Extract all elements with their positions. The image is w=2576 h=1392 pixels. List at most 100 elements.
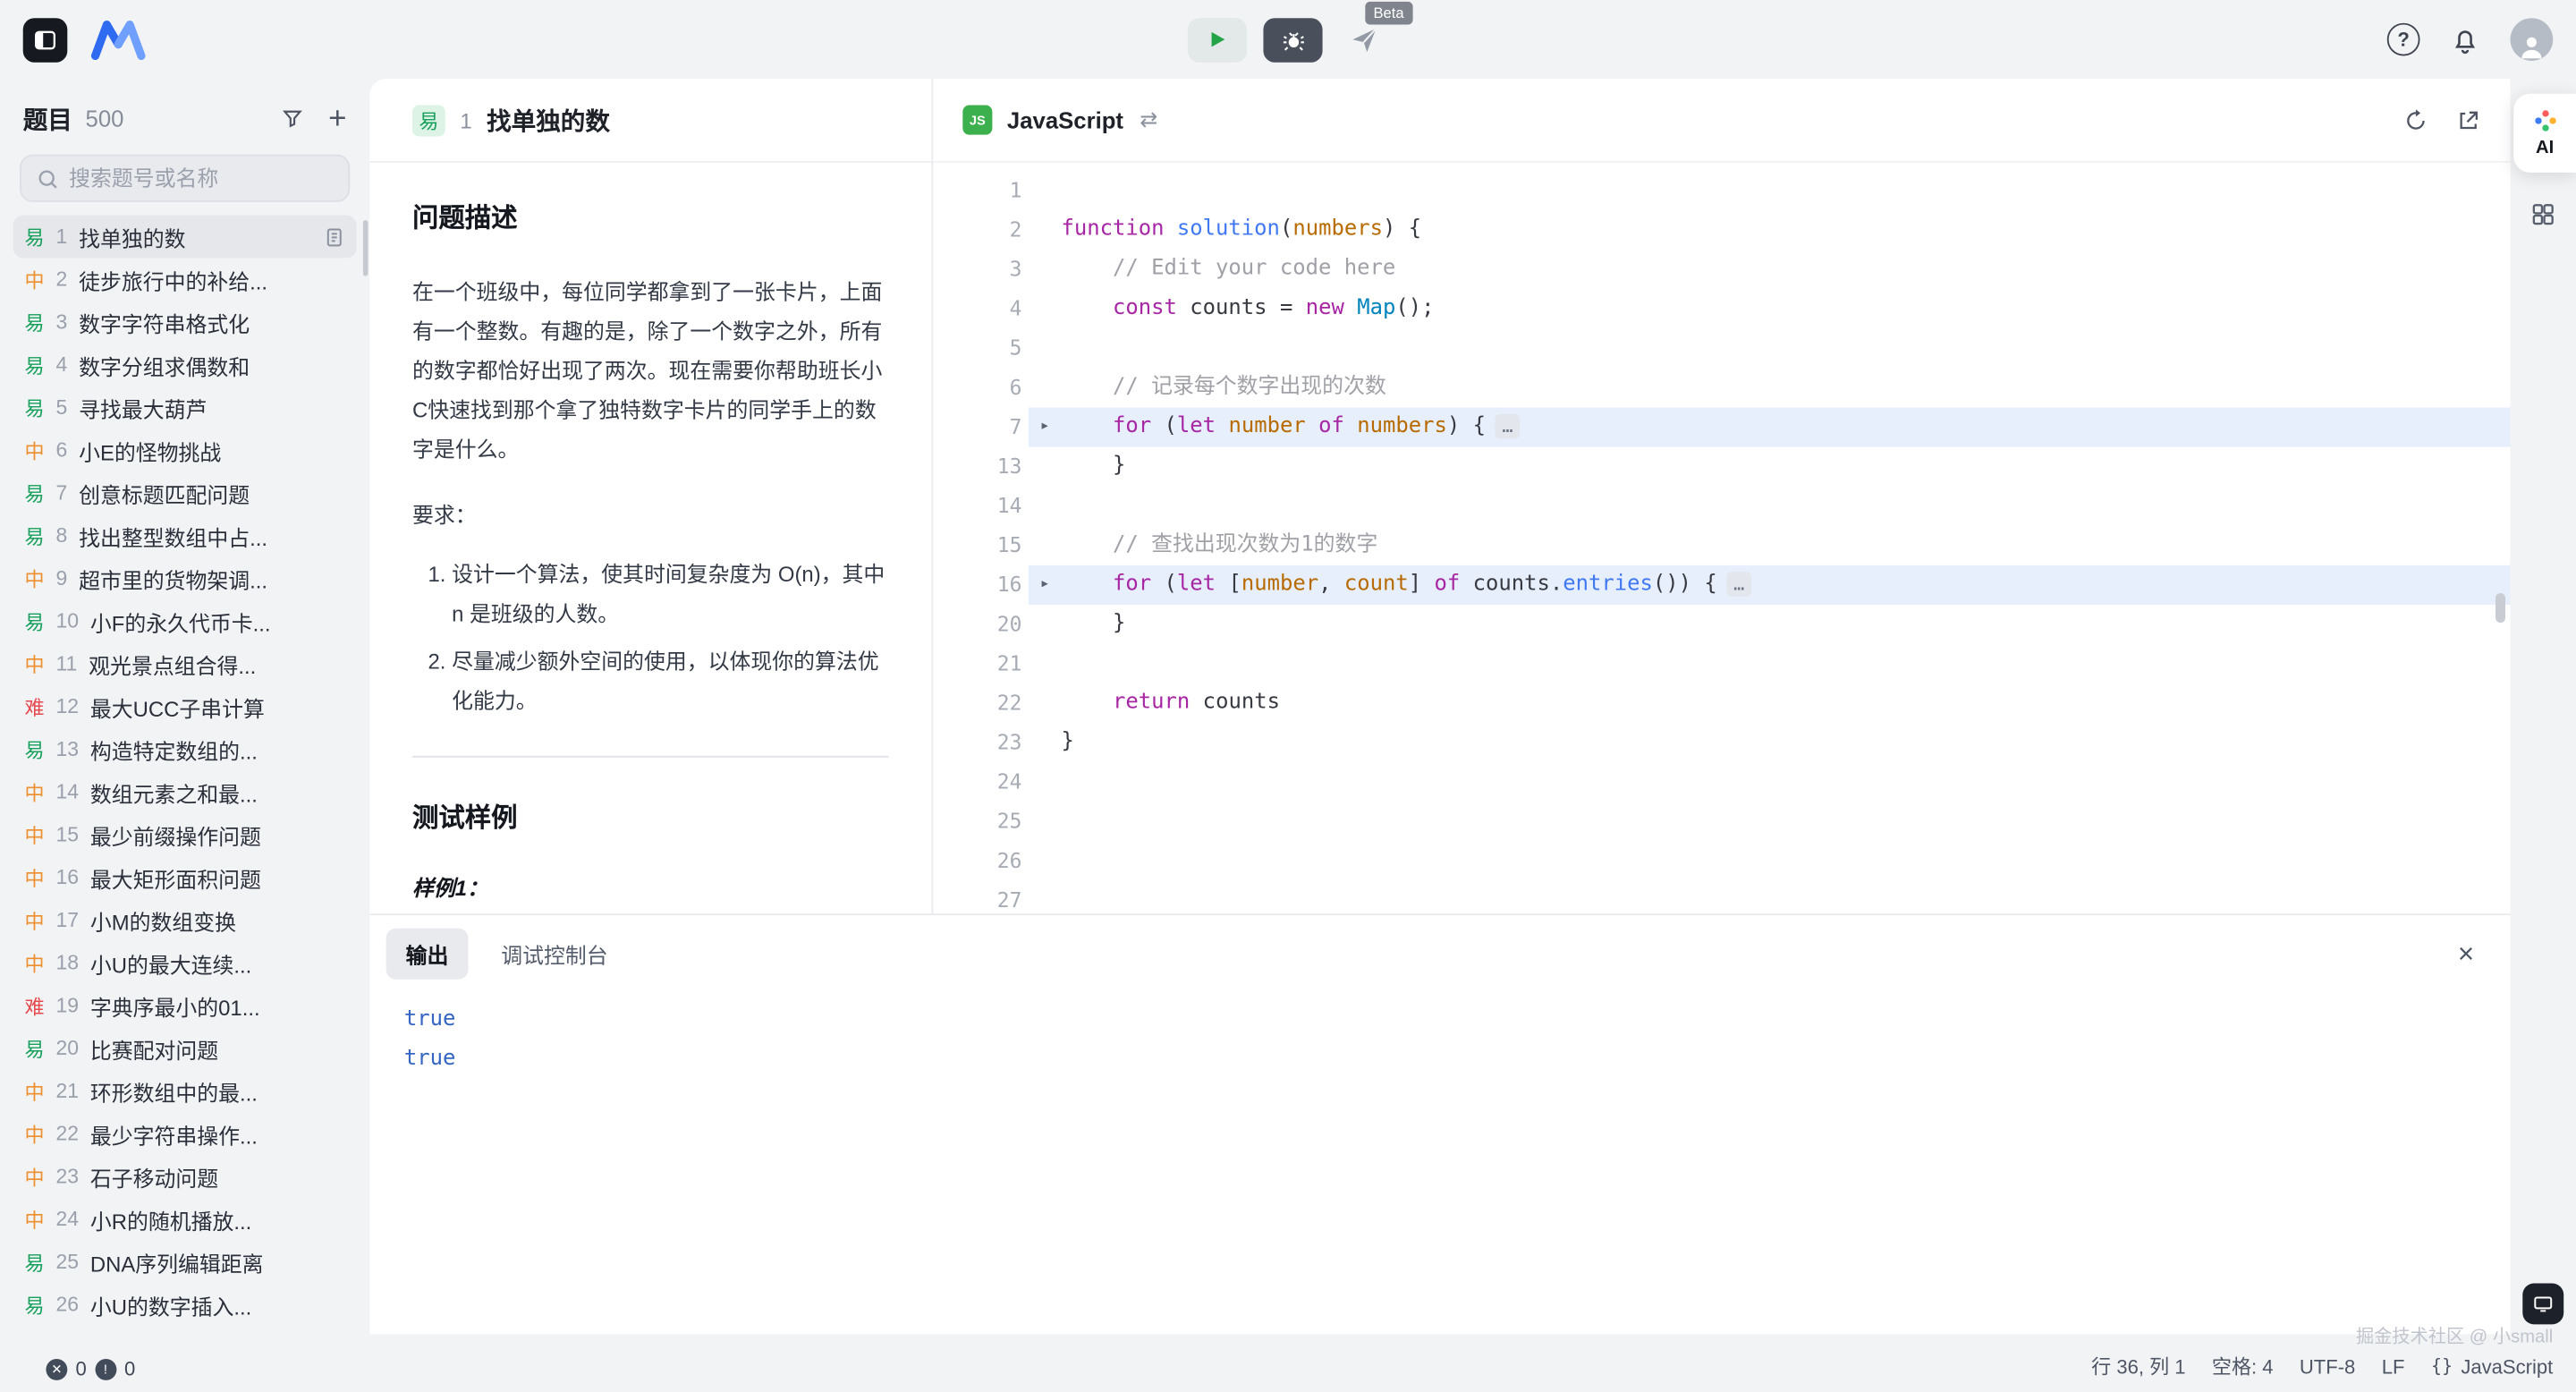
problem-item[interactable]: 易8找出整型数组中占... [13, 514, 357, 557]
code-line[interactable]: 7▸ for (let number of numbers) {… [933, 408, 2510, 447]
code-line[interactable]: 26 [933, 841, 2510, 880]
line-number[interactable]: 3 [933, 250, 1029, 289]
code-line[interactable]: 27 [933, 880, 2510, 913]
problem-item[interactable]: 中24小R的随机播放... [13, 1198, 357, 1241]
output-content: truetrue [369, 991, 2510, 1080]
problem-item[interactable]: 易20比赛配对问题 [13, 1027, 357, 1070]
problem-item[interactable]: 易4数字分组求偶数和 [13, 344, 357, 386]
search-box[interactable] [20, 155, 350, 202]
editor-scrollbar[interactable] [2496, 593, 2505, 623]
notifications-button[interactable] [2450, 24, 2481, 55]
code-line[interactable]: 20 } [933, 605, 2510, 644]
close-panel-button[interactable]: × [2458, 939, 2474, 967]
line-number[interactable]: 7 [933, 408, 1029, 447]
problem-item[interactable]: 中18小U的最大连续... [13, 941, 357, 984]
code-line[interactable]: 23} [933, 723, 2510, 762]
line-number[interactable]: 14 [933, 487, 1029, 526]
problem-item[interactable]: 易25DNA序列编辑距离 [13, 1241, 357, 1284]
language-selector[interactable]: JavaScript [1007, 106, 1123, 132]
line-number[interactable]: 4 [933, 289, 1029, 328]
code-line[interactable]: 3 // Edit your code here [933, 250, 2510, 289]
search-input[interactable] [69, 166, 334, 191]
filter-button[interactable] [281, 106, 304, 130]
code-line[interactable]: 2function solution(numbers) { [933, 210, 2510, 250]
extension-button[interactable] [2529, 200, 2557, 228]
swap-language-icon[interactable]: ⇄ [1140, 106, 1157, 132]
ai-assistant-button[interactable]: AI [2513, 94, 2576, 173]
problem-item[interactable]: 中17小M的数组变换 [13, 899, 357, 942]
run-button[interactable] [1188, 17, 1247, 62]
bottom-panel-toggle-button[interactable] [2522, 1283, 2563, 1324]
line-number[interactable]: 6 [933, 368, 1029, 407]
code-line[interactable]: 25 [933, 802, 2510, 841]
code-line[interactable]: 24 [933, 762, 2510, 802]
problem-item[interactable]: 易7创意标题匹配问题 [13, 471, 357, 514]
problem-item[interactable]: 中11观光景点组合得... [13, 642, 357, 685]
problem-number: 19 [55, 994, 79, 1017]
line-number[interactable]: 15 [933, 526, 1029, 565]
line-body: // 查找出现次数为1的数字 [1029, 526, 2511, 565]
line-body: function solution(numbers) { [1029, 210, 2511, 250]
code-line[interactable]: 16▸ for (let [number, count] of counts.e… [933, 565, 2510, 605]
reset-code-button[interactable] [2403, 107, 2428, 132]
line-number[interactable]: 20 [933, 605, 1029, 644]
code-line[interactable]: 15 // 查找出现次数为1的数字 [933, 526, 2510, 565]
problem-item[interactable]: 中15最少前缀操作问题 [13, 813, 357, 856]
submit-button[interactable] [1348, 24, 1379, 55]
code-line[interactable]: 13 } [933, 447, 2510, 487]
line-number[interactable]: 16 [933, 565, 1029, 605]
fold-chevron-icon[interactable]: ▸ [1029, 565, 1062, 605]
problem-item[interactable]: 易10小F的永久代币卡... [13, 599, 357, 642]
code-line[interactable]: 4 const counts = new Map(); [933, 289, 2510, 328]
code-line[interactable]: 14 [933, 487, 2510, 526]
difficulty-badge: 易 [25, 223, 45, 250]
debug-button[interactable] [1263, 17, 1322, 62]
line-number[interactable]: 24 [933, 762, 1029, 802]
problem-title: 数组元素之和最... [90, 777, 345, 808]
problem-item[interactable]: 中21环形数组中的最... [13, 1070, 357, 1113]
problem-item[interactable]: 易26小U的数字插入... [13, 1283, 357, 1326]
help-button[interactable]: ? [2387, 23, 2420, 56]
sidebar-scrollbar[interactable] [363, 220, 369, 276]
tab-output[interactable]: 输出 [386, 928, 469, 979]
expand-editor-button[interactable] [2456, 107, 2481, 132]
line-number[interactable]: 21 [933, 644, 1029, 683]
problem-item[interactable]: 易5寻找最大葫芦 [13, 386, 357, 429]
play-icon [1208, 30, 1227, 49]
avatar[interactable] [2511, 18, 2554, 61]
problem-item[interactable]: 中23石子移动问题 [13, 1155, 357, 1198]
line-number[interactable]: 23 [933, 723, 1029, 762]
problem-item[interactable]: 易3数字字符串格式化 [13, 301, 357, 344]
problem-item[interactable]: 中14数组元素之和最... [13, 770, 357, 813]
problem-item[interactable]: 难12最大UCC子串计算 [13, 685, 357, 728]
folded-code-indicator[interactable]: … [1496, 414, 1520, 439]
line-number[interactable]: 26 [933, 841, 1029, 880]
problem-item[interactable]: 难19字典序最小的01... [13, 984, 357, 1027]
sidebar-toggle-button[interactable] [23, 17, 68, 62]
fold-chevron-icon[interactable]: ▸ [1029, 408, 1062, 447]
code-line[interactable]: 21 [933, 644, 2510, 683]
problem-item[interactable]: 中16最大矩形面积问题 [13, 856, 357, 899]
problem-item[interactable]: 中6小E的怪物挑战 [13, 429, 357, 471]
problem-item[interactable]: 中2徒步旅行中的补给... [13, 258, 357, 301]
fold-gutter [1029, 644, 1062, 683]
problem-item[interactable]: 易1找单独的数 [13, 216, 357, 259]
tab-debug-console[interactable]: 调试控制台 [481, 928, 627, 979]
code-editor[interactable]: 12function solution(numbers) {3 // Edit … [933, 163, 2510, 913]
code-line[interactable]: 22 return counts [933, 683, 2510, 723]
code-line[interactable]: 5 [933, 328, 2510, 368]
problem-item[interactable]: 中9超市里的货物架调... [13, 557, 357, 600]
line-number[interactable]: 25 [933, 802, 1029, 841]
problem-item[interactable]: 易13构造特定数组的... [13, 728, 357, 771]
line-number[interactable]: 5 [933, 328, 1029, 368]
line-number[interactable]: 22 [933, 683, 1029, 723]
line-number[interactable]: 1 [933, 171, 1029, 210]
line-number[interactable]: 27 [933, 880, 1029, 913]
problem-item[interactable]: 中22最少字符串操作... [13, 1112, 357, 1155]
line-number[interactable]: 2 [933, 210, 1029, 250]
add-button[interactable]: + [328, 103, 346, 134]
code-line[interactable]: 1 [933, 171, 2510, 210]
code-line[interactable]: 6 // 记录每个数字出现的次数 [933, 368, 2510, 407]
folded-code-indicator[interactable]: … [1727, 572, 1751, 597]
line-number[interactable]: 13 [933, 447, 1029, 487]
